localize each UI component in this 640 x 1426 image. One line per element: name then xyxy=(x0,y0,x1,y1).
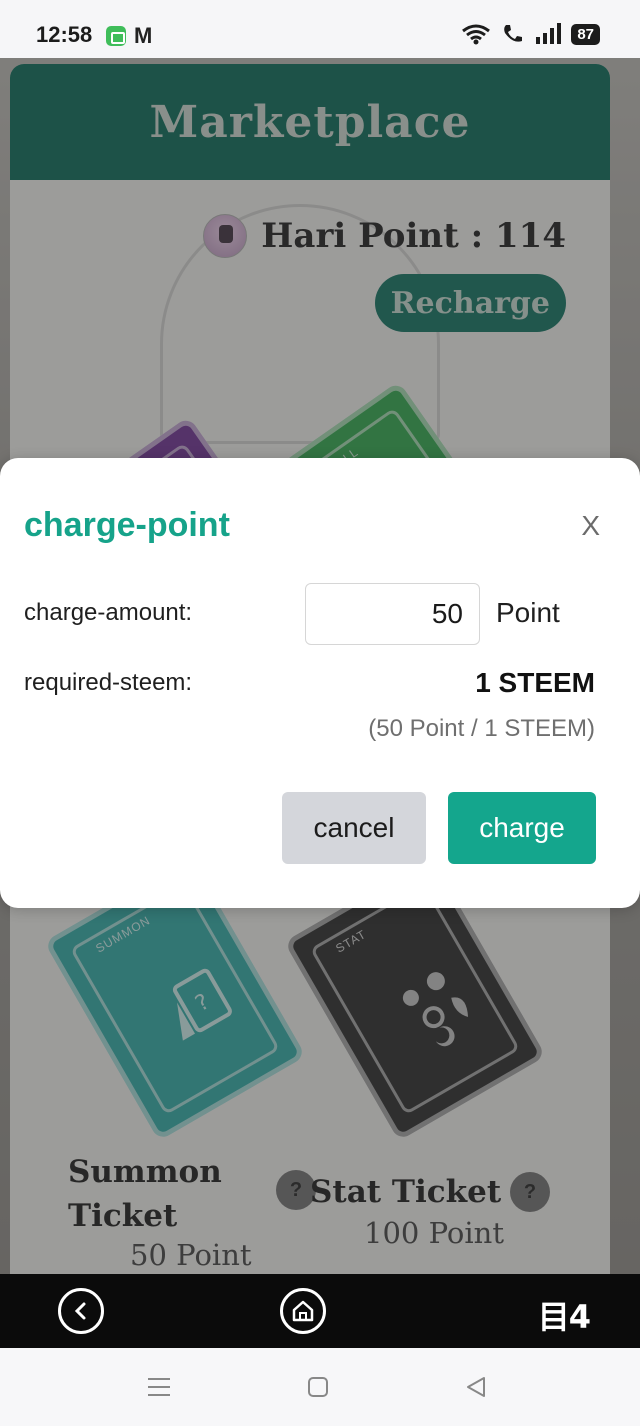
required-steem-value: 1 STEEM xyxy=(475,667,595,698)
amount-unit-label: Point xyxy=(496,597,560,628)
home-square-icon[interactable] xyxy=(303,1372,333,1402)
cancel-button[interactable]: cancel xyxy=(282,792,426,864)
status-bar: 12:58 M 87 xyxy=(0,0,640,58)
exchange-rate-note: (50 Point / 1 STEEM) xyxy=(368,715,595,742)
home-button[interactable] xyxy=(280,1288,326,1334)
required-steem-label: required-steem: xyxy=(24,669,193,696)
charge-amount-input[interactable] xyxy=(305,583,480,645)
system-nav-bar xyxy=(0,1348,640,1426)
back-triangle-icon[interactable] xyxy=(461,1372,491,1402)
battery-icon: 87 xyxy=(571,23,600,45)
status-icons: 87 xyxy=(461,22,600,46)
app-notification-icon xyxy=(106,26,126,46)
charge-button[interactable]: charge xyxy=(448,792,596,864)
app-bottom-bar: 目4 xyxy=(0,1274,640,1348)
charge-amount-label: charge-amount: xyxy=(24,599,193,626)
home-icon xyxy=(292,1300,314,1322)
signal-icon xyxy=(536,23,562,44)
wifi-icon xyxy=(462,24,491,45)
modal-title: charge-point xyxy=(24,506,230,544)
brand-logo-icon[interactable]: 目4 xyxy=(538,1292,591,1338)
close-button[interactable]: X xyxy=(581,510,600,542)
charge-point-modal: charge-point X charge-amount: Point requ… xyxy=(0,458,640,908)
wifi-call-icon xyxy=(504,25,523,42)
back-button[interactable] xyxy=(58,1288,104,1334)
chevron-left-icon xyxy=(74,1302,86,1320)
menu-icon[interactable] xyxy=(144,1372,174,1402)
gmail-icon: M xyxy=(134,23,153,48)
status-time: 12:58 xyxy=(36,22,93,47)
